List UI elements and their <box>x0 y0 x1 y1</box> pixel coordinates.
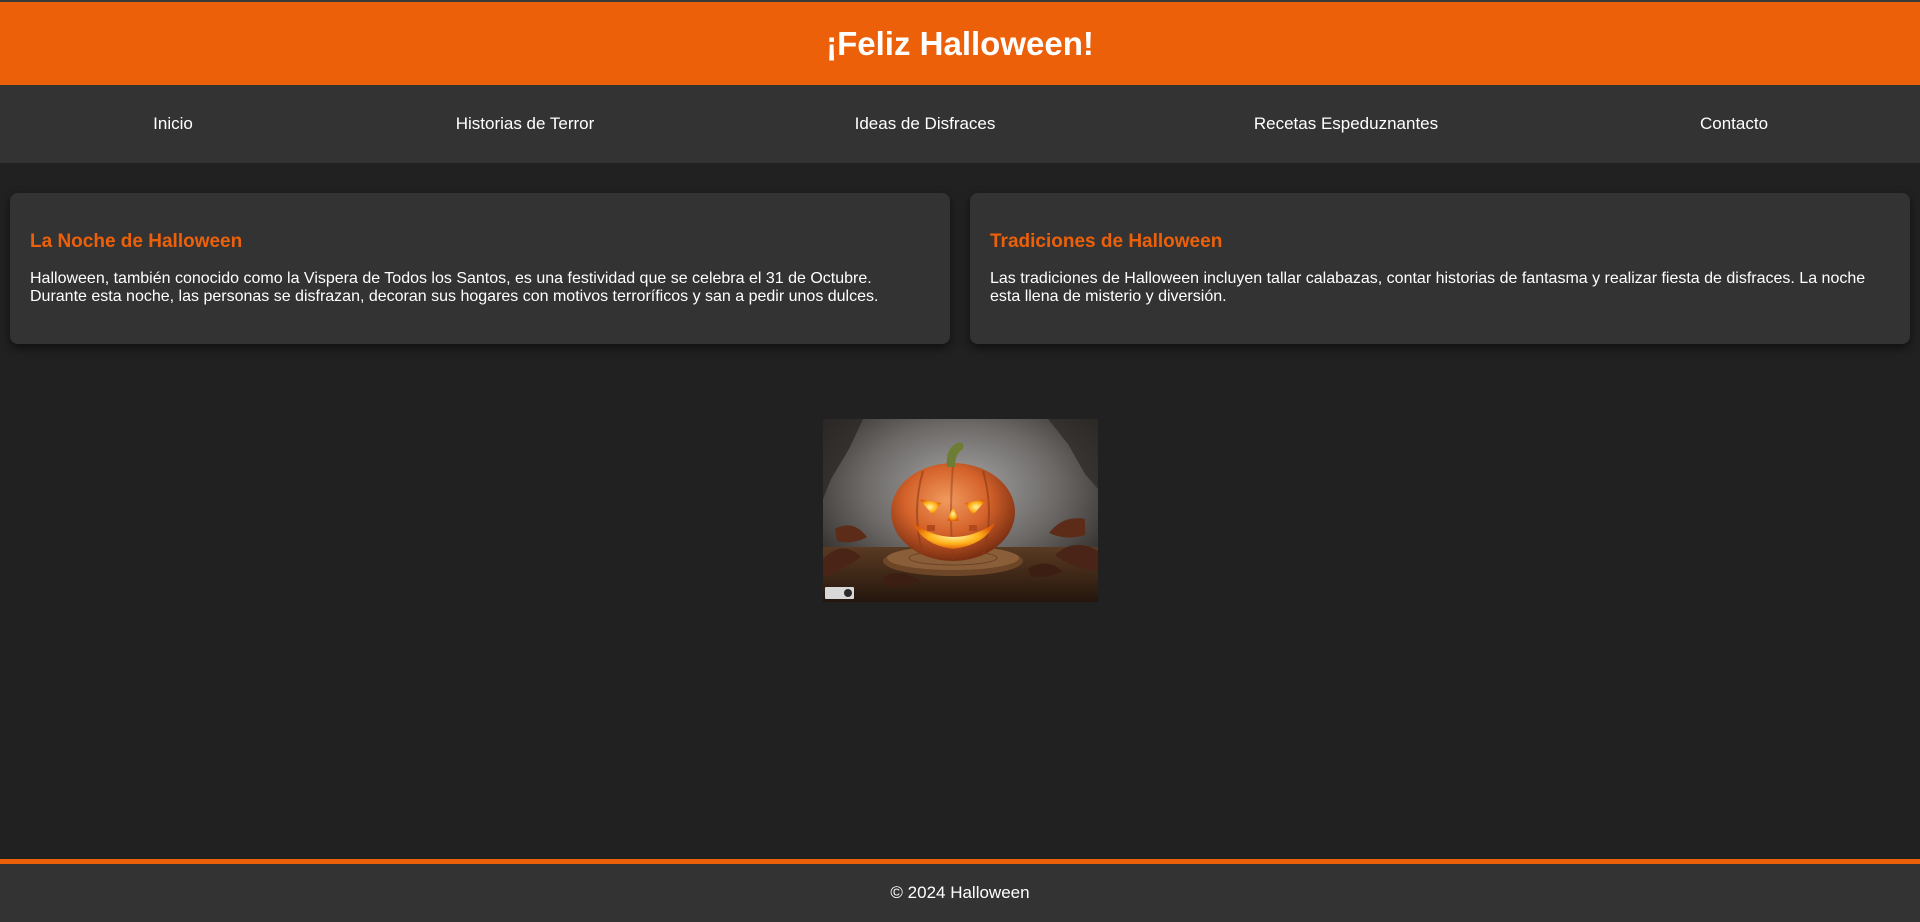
footer-copyright: © 2024 Halloween <box>890 883 1030 902</box>
card-la-noche-de-halloween: La Noche de Halloween Halloween, también… <box>10 193 950 344</box>
image-credit-badge <box>825 587 854 599</box>
main-nav: Inicio Historias de Terror Ideas de Disf… <box>0 85 1920 163</box>
jack-o-lantern-pumpkin-icon <box>823 419 1098 602</box>
card-text: Las tradiciones de Halloween incluyen ta… <box>990 270 1866 305</box>
card-title: Tradiciones de Halloween <box>990 231 1223 252</box>
site-footer: © 2024 Halloween <box>0 859 1920 922</box>
site-header: ¡Feliz Halloween! <box>0 2 1920 85</box>
nav-item-ideas-de-disfraces[interactable]: Ideas de Disfraces <box>855 85 996 163</box>
nav-item-recetas-espeduznantes[interactable]: Recetas Espeduznantes <box>1254 85 1438 163</box>
page-title: ¡Feliz Halloween! <box>826 24 1094 62</box>
nav-item-historias-de-terror[interactable]: Historias de Terror <box>456 85 595 163</box>
nav-item-contacto[interactable]: Contacto <box>1700 85 1768 163</box>
pumpkin-image <box>823 419 1098 602</box>
card-tradiciones-de-halloween: Tradiciones de Halloween Las tradiciones… <box>970 193 1910 344</box>
card-title: La Noche de Halloween <box>30 231 243 252</box>
nav-item-inicio[interactable]: Inicio <box>153 85 193 163</box>
card-text: Halloween, también conocido como la Visp… <box>30 270 879 305</box>
